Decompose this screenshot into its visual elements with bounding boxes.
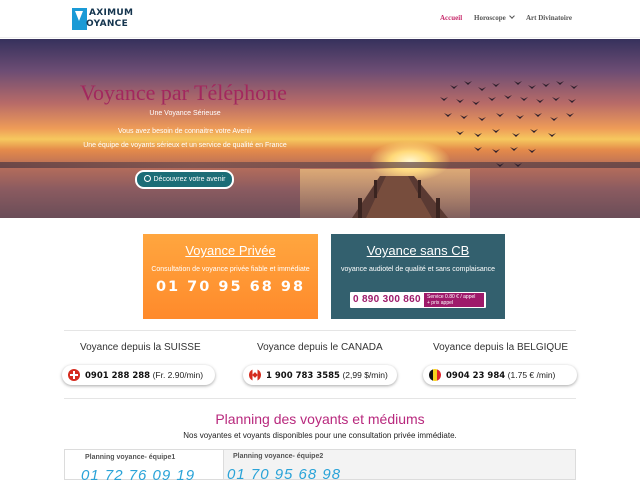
- planning-heading-equipe2: Planning voyance- équipe2: [233, 453, 324, 460]
- hero-banner: Voyance par Téléphone Une Voyance Sérieu…: [0, 39, 640, 218]
- canada-flag-icon: [249, 368, 261, 381]
- bird-flock-heart-image: [440, 81, 578, 167]
- premium-number-badge[interactable]: 0 890 300 860 Service 0.80 € / appel + pr…: [350, 292, 486, 308]
- rate-suisse: (Fr. 2.90/min): [152, 370, 204, 380]
- compass-icon: [143, 175, 151, 182]
- site-logo[interactable]: AXIMUM OYANCE: [72, 7, 134, 31]
- logo-text-line1: AXIMUM: [89, 8, 134, 18]
- rate-canada: (2,99 $/min): [342, 370, 388, 380]
- nav-art-divinatoire[interactable]: Art Divinatoire: [526, 14, 572, 22]
- chevron-down-icon: [508, 13, 515, 19]
- planning-title: Planning des voyants et médiums: [215, 411, 425, 427]
- card-voyance-sans-cb-title[interactable]: Voyance sans CB: [331, 243, 505, 258]
- planning-phone-equipe1[interactable]: 01 72 76 09 19: [81, 467, 195, 480]
- country-label-belgique: Voyance depuis la BELGIQUE: [433, 342, 569, 353]
- card-voyance-privee-phone[interactable]: 01 70 95 68 98: [143, 279, 318, 295]
- hero-line-2: Vous avez besoin de connaitre votre Aven…: [117, 128, 253, 135]
- card-voyance-privee: Voyance Privée Consultation de voyance p…: [143, 234, 318, 319]
- logo-text-line2: OYANCE: [86, 19, 129, 29]
- wooden-pier-image: [352, 176, 448, 218]
- phone-pill-belgique[interactable]: 0904 23 984 (1.75 € /min): [423, 365, 577, 385]
- discover-future-label: Découvrez votre avenir: [153, 176, 226, 183]
- nav-horoscope-label: Horoscope: [474, 14, 506, 22]
- hero-title: Voyance par Téléphone: [80, 80, 287, 105]
- planning-subtitle: Nos voyantes et voyants disponibles pour…: [183, 431, 457, 440]
- card-voyance-sans-cb-description: voyance audiotel de qualité et sans comp…: [340, 266, 496, 273]
- rate-belgique: (1.75 € /min): [507, 370, 556, 380]
- nav-horoscope[interactable]: Horoscope: [474, 13, 515, 22]
- premium-phone-number: 0 890 300 860: [353, 294, 421, 305]
- card-voyance-privee-description: Consultation de voyance privée fiable et…: [151, 266, 310, 273]
- card-voyance-privee-title[interactable]: Voyance Privée: [143, 243, 318, 258]
- planning-heading-equipe1: Planning voyance- équipe1: [85, 454, 176, 461]
- phone-number-canada: 1 900 783 3585: [266, 371, 340, 381]
- nav-accueil[interactable]: Accueil: [440, 14, 462, 22]
- premium-rate-line2: + prix appel: [427, 300, 453, 306]
- section-divider-bottom: [64, 398, 576, 399]
- planning-column-equipe1: Planning voyance- équipe1 01 72 76 09 19: [64, 449, 224, 480]
- site-header: AXIMUM OYANCE Accueil Horoscope Art Divi…: [0, 0, 640, 38]
- planning-phone-equipe2[interactable]: 01 70 95 68 98: [227, 466, 341, 480]
- discover-future-button[interactable]: Découvrez votre avenir: [135, 170, 234, 189]
- country-label-suisse: Voyance depuis la SUISSE: [80, 342, 201, 353]
- planning-column-equipe2: Planning voyance- équipe2 01 70 95 68 98: [224, 449, 384, 480]
- phone-number-belgique: 0904 23 984: [446, 371, 506, 381]
- country-label-canada: Voyance depuis le CANADA: [257, 342, 383, 353]
- phone-pill-suisse[interactable]: 0901 288 288 (Fr. 2.90/min): [62, 365, 215, 385]
- hero-line-1: Une Voyance Sérieuse: [149, 110, 221, 117]
- hero-line-3: Une équipe de voyants sérieux et un serv…: [83, 142, 287, 149]
- logo-mark: [72, 8, 87, 30]
- phone-number-suisse: 0901 288 288: [85, 371, 151, 381]
- swiss-flag-icon: [68, 368, 80, 381]
- card-voyance-sans-cb: Voyance sans CB voyance audiotel de qual…: [331, 234, 505, 319]
- section-divider-top: [64, 330, 576, 331]
- premium-rate-tag: Service 0.80 € / appel + prix appel: [424, 293, 484, 307]
- phone-pill-canada[interactable]: 1 900 783 3585 (2,99 $/min): [243, 365, 397, 385]
- belgium-flag-icon: [429, 368, 441, 381]
